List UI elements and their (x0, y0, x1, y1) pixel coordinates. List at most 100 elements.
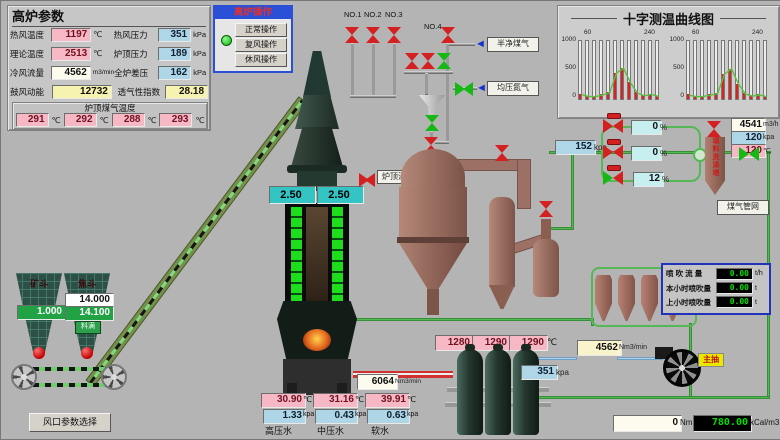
param-label: 热风压力 (114, 29, 159, 41)
conveyor-pulley-right (101, 364, 127, 390)
top-gas-unit: ℃ (195, 116, 204, 125)
equalize-gas-label: 均压氮气 (487, 81, 539, 96)
pipe-scrubber-inlet (517, 159, 531, 209)
stop-blast-button[interactable]: 休风操作 (235, 53, 287, 67)
pipe-bleeder-1 (351, 43, 354, 97)
hmi-blast-furnace-screen: 2.50 2.50 炉顶洒水 NO.1 NO.2 NO.3 NO.4 ◄ 半净煤… (0, 0, 780, 440)
pipe-semi-clean (449, 43, 475, 46)
blast-volume-value: 6064 (357, 374, 398, 390)
cold-blast-flow: 4562 (577, 340, 622, 356)
pipe-bleeder-header (350, 95, 396, 98)
mp-water-press: 0.43 (315, 409, 358, 424)
y-tick: 500 (558, 64, 576, 71)
y-tick: 0 (558, 92, 576, 99)
top-gas-value: 288 (112, 113, 145, 127)
gas-network-label: 煤气管网 (717, 200, 769, 215)
x-tick: 240 (644, 29, 655, 36)
x-tick: 60 (584, 29, 591, 36)
dehydrator-neck (541, 219, 551, 241)
param-unit: ℃ (91, 49, 113, 58)
bleeder-valve-2[interactable] (366, 27, 380, 43)
clean-gas-flow-unit: m3/h (763, 121, 779, 128)
param-unit: kPa (191, 49, 208, 58)
reducer-valve-1[interactable] (603, 119, 623, 133)
injection-row-unit: t/h (753, 270, 763, 277)
reducer-valve-3-opening: 12 (633, 172, 664, 187)
hp-water-press: 1.33 (263, 409, 306, 424)
equalize-line-valve[interactable] (455, 82, 473, 95)
pipe-coal-injection (353, 318, 593, 321)
mp-water-label: 中压水 (317, 424, 344, 437)
stock-rod-left-value: 2.50 (269, 186, 316, 204)
title-rule-right (720, 18, 766, 19)
operation-panel: 高炉操作 正常操作 复风操作 休风操作 (213, 5, 293, 73)
cross-temp-chart-right: 60 240 1000 500 0 (670, 26, 772, 114)
top-gas-value: 292 (64, 113, 97, 127)
param-label: 全炉差压 (114, 67, 158, 79)
x-tick: 60 (692, 29, 699, 36)
bleeder-valve-3[interactable] (387, 27, 401, 43)
charging-incline-conveyor (86, 96, 308, 386)
dust-catcher-flange (397, 237, 469, 243)
network-shutoff-valve[interactable] (739, 147, 759, 161)
param-value: 1197 (51, 28, 91, 42)
semi-clean-arrow-icon: ◄ (475, 39, 486, 50)
status-lamp-icon (221, 35, 232, 46)
water-press-unit: kpa (407, 411, 418, 418)
top-gas-subpanel: 炉顶煤气温度 291 ℃ 292 ℃ 288 ℃ 293 ℃ (12, 102, 208, 130)
equalize-valve-3[interactable] (437, 53, 451, 69)
top-spray-valve[interactable] (359, 173, 375, 185)
normal-operation-button[interactable]: 正常操作 (235, 23, 287, 37)
injection-row-unit: t (753, 299, 757, 306)
calorific-unit: kCal/m3 (750, 418, 779, 427)
mp-water-temp: 31.16 (313, 393, 358, 408)
param-value: 2513 (51, 47, 91, 61)
cross-temp-title-row: 十字测温曲线图 (558, 6, 779, 28)
furnace-params-panel: 高炉参数 热风温度 1197 ℃ 热风压力 351 kPa 理论温度 2513 … (7, 5, 211, 131)
funnel-outlet-valve[interactable] (425, 115, 439, 131)
bleeder-no4-label: NO.4 (424, 22, 442, 31)
operation-title: 高炉操作 (215, 7, 291, 19)
water-press-unit: kpa (303, 411, 314, 418)
resume-blast-button[interactable]: 复风操作 (235, 38, 287, 52)
top-gas-unit: ℃ (52, 116, 61, 125)
bleeder-valve-4[interactable] (441, 27, 455, 43)
coke-hopper-setpoint: 14.000 (65, 293, 114, 307)
y-tick: 1000 (666, 36, 684, 43)
y-tick: 0 (666, 92, 684, 99)
blast-volume-unit: Nm3/min (395, 378, 421, 385)
reducer-valve-3[interactable] (603, 171, 623, 185)
x-tick: 240 (752, 29, 763, 36)
ore-hopper-title: 矿斗 (15, 277, 63, 290)
equalize-valve-2[interactable] (421, 53, 435, 69)
hot-blast-stove-1 (457, 349, 483, 435)
equalize-valve-1[interactable] (405, 53, 419, 69)
dust-catcher-dome (401, 149, 465, 189)
param-label: 鼓风动能 (10, 86, 52, 98)
pipe-network-bottom (513, 396, 770, 399)
furnace-burden-column (306, 207, 328, 301)
dehydrator-top-valve[interactable] (539, 201, 555, 217)
param-label: 冷风流量 (10, 67, 51, 79)
param-unit: ℃ (91, 30, 113, 39)
top-gas-title: 炉顶煤气温度 (13, 103, 207, 113)
param-label: 热风温度 (10, 29, 51, 41)
top-gas-unit: ℃ (100, 116, 109, 125)
bleeder-valve-1[interactable] (345, 27, 359, 43)
tuyere-params-button[interactable]: 风口参数选择 (29, 413, 111, 432)
param-value: 28.18 (165, 85, 208, 99)
param-value: 189 (158, 47, 191, 61)
gas-main-pressure-value: 152 (555, 140, 596, 155)
hp-water-label: 高压水 (265, 424, 292, 437)
water-temp-unit: ℃ (355, 395, 364, 404)
furnace-bell-lower (291, 127, 343, 167)
reducer-valve-1-opening: 0 (631, 120, 662, 135)
top-gas-value: 293 (159, 113, 192, 127)
scrubber-top-valve[interactable] (495, 145, 509, 161)
injection-row-value: 0.00 (716, 296, 753, 308)
tower-top-valve[interactable] (707, 121, 723, 137)
param-label: 理论温度 (10, 48, 51, 60)
dehydrator-vessel (533, 239, 559, 297)
reducer-valve-2[interactable] (603, 145, 623, 159)
reducer-valve-2-opening: 0 (631, 146, 662, 161)
